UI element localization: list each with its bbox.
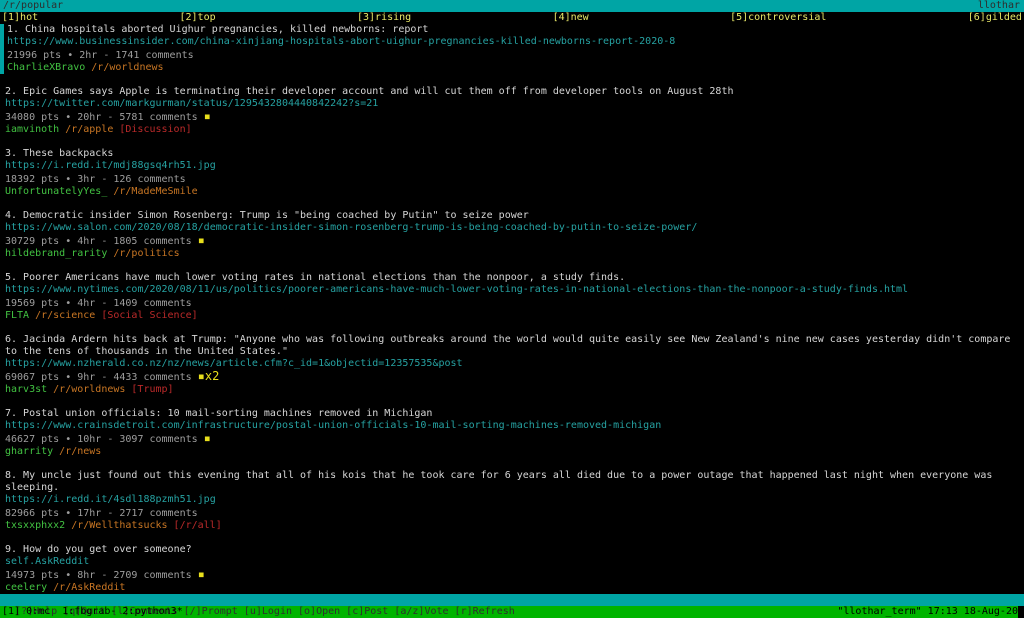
post-stats-text: 69067 pts • 9hr - 4433 comments [5, 372, 192, 383]
post-stats: 19569 pts • 4hr - 1409 comments [5, 296, 1024, 310]
post-byline: UnfortunatelyYes_ /r/MadeMeSmile [5, 186, 1024, 198]
post-url[interactable]: self.AskReddit [5, 556, 1024, 568]
post-author[interactable]: FLTA [5, 310, 29, 321]
post-5[interactable]: 5. Poorer Americans have much lower voti… [0, 272, 1024, 322]
post-subreddit[interactable]: /r/apple [65, 124, 113, 135]
post-author[interactable]: hildebrand_rarity [5, 248, 107, 259]
tab-gilded[interactable]: [6]gilded [968, 12, 1022, 24]
post-subreddit[interactable]: /r/Wellthatsucks [71, 520, 167, 531]
post-7[interactable]: 7. Postal union officials: 10 mail-sorti… [0, 408, 1024, 458]
post-byline: gharrity/r/news [5, 446, 1024, 458]
post-title: 5. Poorer Americans have much lower voti… [5, 272, 1021, 284]
tmux-window-list[interactable]: [1] 0:mc 1:fbgrab- 2:python3* [2, 606, 183, 618]
post-stats: 69067 pts • 9hr - 4433 comments ▪x2 [5, 370, 1024, 384]
tmux-session-clock: "llothar_term" 17:13 18-Aug-20 [837, 606, 1018, 618]
post-subreddit[interactable]: /r/worldnews [91, 62, 163, 73]
post-author[interactable]: UnfortunatelyYes_ [5, 186, 107, 197]
post-subreddit[interactable]: /r/worldnews [53, 384, 125, 395]
post-byline: FLTA/r/science [Social Science] [5, 310, 1024, 322]
post-9[interactable]: 9. How do you get over someone? self.Ask… [0, 544, 1024, 594]
post-author[interactable]: harv3st [5, 384, 47, 395]
post-subreddit[interactable]: /r/MadeMeSmile [113, 186, 197, 197]
post-2[interactable]: 2. Epic Games says Apple is terminating … [0, 86, 1024, 136]
post-stats: 14973 pts • 8hr - 2709 comments ▪ [5, 568, 1024, 582]
tab-rising[interactable]: [3]rising [357, 12, 411, 24]
gilded-badge: ▪ [204, 431, 211, 445]
post-title: 7. Postal union officials: 10 mail-sorti… [5, 408, 1021, 420]
post-stats-text: 14973 pts • 8hr - 2709 comments [5, 570, 192, 581]
tab-bar: [1]hot [2]top [3]rising [4]new [5]contro… [0, 12, 1024, 24]
post-stats-text: 46627 pts • 10hr - 3097 comments [5, 434, 198, 445]
post-author[interactable]: CharlieXBravo [7, 62, 85, 73]
post-list: 1. China hospitals aborted Uighur pregna… [0, 24, 1024, 594]
post-url[interactable]: https://i.redd.it/4sdl188pzmh51.jpg [5, 494, 1024, 506]
tab-top[interactable]: [2]top [180, 12, 216, 24]
post-stats-text: 82966 pts • 17hr - 2717 comments [5, 508, 198, 519]
post-flair: [/r/all] [174, 520, 222, 531]
tab-new[interactable]: [4]new [553, 12, 589, 24]
tab-hot[interactable]: [1]hot [2, 12, 38, 24]
post-url[interactable]: https://www.businessinsider.com/china-xi… [7, 36, 1024, 48]
post-stats-text: 30729 pts • 4hr - 1805 comments [5, 236, 192, 247]
post-6[interactable]: 6. Jacinda Ardern hits back at Trump: "A… [0, 334, 1024, 396]
post-author[interactable]: iamvinoth [5, 124, 59, 135]
post-title: 8. My uncle just found out this evening … [5, 470, 1021, 494]
post-author[interactable]: txsxxphxx2 [5, 520, 65, 531]
post-byline: iamvinoth/r/apple [Discussion] [5, 124, 1024, 136]
post-url[interactable]: https://www.salon.com/2020/08/18/democra… [5, 222, 1024, 234]
post-url[interactable]: https://www.crainsdetroit.com/infrastruc… [5, 420, 1024, 432]
current-subreddit: /r/popular [3, 0, 63, 12]
post-title: 3. These backpacks [5, 148, 1021, 160]
post-3[interactable]: 3. These backpacks https://i.redd.it/mdj… [0, 148, 1024, 198]
post-stats-text: 19569 pts • 4hr - 1409 comments [5, 298, 192, 309]
post-byline: harv3st/r/worldnews [Trump] [5, 384, 1024, 396]
post-stats-text: 34080 pts • 20hr - 5781 comments [5, 112, 198, 123]
post-stats: 30729 pts • 4hr - 1805 comments ▪ [5, 234, 1024, 248]
post-4[interactable]: 4. Democratic insider Simon Rosenberg: T… [0, 210, 1024, 260]
post-byline: txsxxphxx2/r/Wellthatsucks [/r/all] [5, 520, 1024, 532]
gilded-badge: ▪ [198, 567, 205, 581]
post-flair: [Trump] [131, 384, 173, 395]
post-title: 6. Jacinda Ardern hits back at Trump: "A… [5, 334, 1021, 358]
post-subreddit[interactable]: /r/news [59, 446, 101, 457]
post-url[interactable]: https://i.redd.it/mdj88gsq4rh51.jpg [5, 160, 1024, 172]
post-1[interactable]: 1. China hospitals aborted Uighur pregna… [0, 24, 1024, 74]
gilded-badge: ▪x2 [198, 369, 220, 383]
tab-controversial[interactable]: [5]controversial [730, 12, 826, 24]
post-stats-text: 21996 pts • 2hr - 1741 comments [7, 50, 194, 61]
post-title: 2. Epic Games says Apple is terminating … [5, 86, 1021, 98]
post-url[interactable]: https://twitter.com/markgurman/status/12… [5, 98, 1024, 110]
post-flair: [Discussion] [119, 124, 191, 135]
selection-indicator [0, 24, 4, 74]
post-title: 1. China hospitals aborted Uighur pregna… [7, 24, 1023, 36]
post-8[interactable]: 8. My uncle just found out this evening … [0, 470, 1024, 532]
post-stats: 21996 pts • 2hr - 1741 comments [7, 48, 1024, 62]
post-subreddit[interactable]: /r/AskReddit [53, 582, 125, 593]
cursor-block [1018, 606, 1024, 618]
gilded-badge: ▪ [198, 233, 205, 247]
post-byline: ceelery/r/AskReddit [5, 582, 1024, 594]
post-stats: 18392 pts • 3hr - 126 comments [5, 172, 1024, 186]
post-author[interactable]: ceelery [5, 582, 47, 593]
post-stats: 82966 pts • 17hr - 2717 comments [5, 506, 1024, 520]
post-author[interactable]: gharrity [5, 446, 53, 457]
post-byline: hildebrand_rarity/r/politics [5, 248, 1024, 260]
post-stats: 34080 pts • 20hr - 5781 comments ▪ [5, 110, 1024, 124]
post-stats: 46627 pts • 10hr - 3097 comments ▪ [5, 432, 1024, 446]
post-subreddit[interactable]: /r/science [35, 310, 95, 321]
post-title: 4. Democratic insider Simon Rosenberg: T… [5, 210, 1021, 222]
gilded-badge: ▪ [204, 109, 211, 123]
titlebar: /r/popular llothar [0, 0, 1024, 12]
post-byline: CharlieXBravo/r/worldnews [7, 62, 1024, 74]
logged-in-user: llothar [978, 0, 1020, 12]
post-url[interactable]: https://www.nytimes.com/2020/08/11/us/po… [5, 284, 1024, 296]
help-bar: [?]Help [q]Quit [l]Comments [/]Prompt [u… [0, 594, 1024, 606]
post-url[interactable]: https://www.nzherald.co.nz/nz/news/artic… [5, 358, 1024, 370]
post-flair: [Social Science] [101, 310, 197, 321]
post-stats-text: 18392 pts • 3hr - 126 comments [5, 174, 186, 185]
post-subreddit[interactable]: /r/politics [113, 248, 179, 259]
post-title: 9. How do you get over someone? [5, 544, 1021, 556]
